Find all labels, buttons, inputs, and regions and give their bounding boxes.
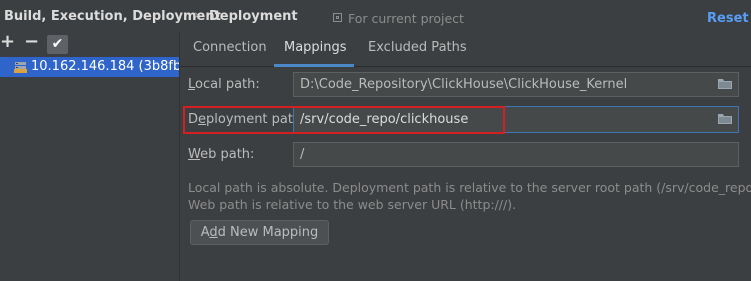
remove-server-button[interactable]: − <box>24 33 39 51</box>
tab-mappings[interactable]: Mappings <box>284 40 347 55</box>
breadcrumb-current: Deployment <box>209 9 298 24</box>
tab-connection[interactable]: Connection <box>193 40 267 55</box>
breadcrumb-separator: › <box>194 8 200 23</box>
local-path-label: Local path: <box>188 77 260 92</box>
help-text-line-2: Web path is relative to the web server U… <box>188 197 517 212</box>
highlight-box <box>183 106 505 134</box>
folder-icon[interactable] <box>718 114 732 124</box>
add-new-mapping-button[interactable]: Add New Mapping <box>190 220 329 245</box>
breadcrumb-parent[interactable]: Build, Execution, Deployment <box>4 9 221 24</box>
folder-icon[interactable] <box>718 79 732 89</box>
tab-excluded-paths[interactable]: Excluded Paths <box>368 40 467 55</box>
tab-divider <box>180 66 751 67</box>
active-tab-indicator <box>274 64 354 67</box>
scope-text: For current project <box>348 11 464 26</box>
reset-button[interactable]: Reset <box>707 11 749 26</box>
add-server-button[interactable]: + <box>0 33 15 51</box>
set-default-button[interactable]: ✔ <box>47 35 68 54</box>
local-path-field[interactable]: D:\Code_Repository\ClickHouse\ClickHouse… <box>293 72 739 97</box>
web-path-label: Web path: <box>188 147 255 162</box>
ftp-server-icon <box>14 62 27 73</box>
server-list-item-label: 10.162.146.184 (3b8fb1bf <box>31 59 179 74</box>
help-text-line-1: Local path is absolute. Deployment path … <box>188 180 751 195</box>
project-scope-icon <box>333 13 342 22</box>
web-path-field[interactable]: / <box>293 142 739 167</box>
